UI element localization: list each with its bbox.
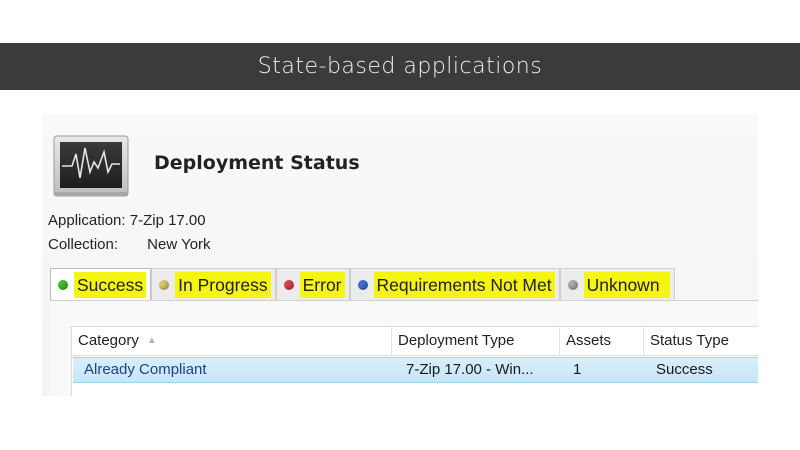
collection-value: New York [147,236,211,253]
application-value: 7-Zip 17.00 [129,212,206,229]
tab-success[interactable]: Success [50,268,152,300]
cell-category: Already Compliant [84,361,207,378]
status-tabs: Success In Progress Error Requirements N… [50,268,708,300]
slide-title-band: State-based applications [0,43,800,90]
tab-label: Success [74,271,147,298]
results-table: Category ▲ Deployment Type Assets Status … [71,326,758,396]
monitor-heartbeat-icon [50,122,134,202]
column-header-assets[interactable]: Assets [560,327,644,355]
slide-title: State-based applications [257,54,543,79]
status-dot-icon [159,279,170,290]
collection-label: Collection: [48,236,119,253]
table-row[interactable]: Already Compliant 7-Zip 17.00 - Win... 1… [73,357,758,383]
status-dot-icon [357,279,368,290]
tab-unknown[interactable]: Unknown [559,268,675,300]
status-dot-icon [567,279,578,290]
column-header-deployment-type[interactable]: Deployment Type [392,327,560,355]
status-dot-icon [283,279,294,290]
tab-label: Error [299,271,345,298]
application-label: Application: [48,212,126,229]
cell-deployment-type: 7-Zip 17.00 - Win... [406,361,534,378]
column-header-status-type[interactable]: Status Type [644,327,758,355]
window-title: Deployment Status [154,152,360,174]
tab-label: Requirements Not Met [373,271,555,298]
application-line: Application: 7-Zip 17.00 [48,212,206,229]
cell-status-type: Success [656,361,713,378]
table-header: Category ▲ Deployment Type Assets Status … [72,326,758,356]
deployment-status-window: Deployment Status Application: 7-Zip 17.… [42,114,758,396]
column-header-category[interactable]: Category ▲ [72,327,392,355]
sort-ascending-icon: ▲ [146,335,157,346]
cell-assets: 1 [573,361,582,378]
collection-line: Collection: New York [48,236,211,253]
status-dot-icon [58,279,68,290]
tab-label: In Progress [175,271,271,298]
tab-in-progress[interactable]: In Progress [151,268,276,300]
tab-requirements-not-met[interactable]: Requirements Not Met [349,268,560,300]
tab-error[interactable]: Error [275,268,350,300]
tab-label: Unknown [583,271,670,298]
